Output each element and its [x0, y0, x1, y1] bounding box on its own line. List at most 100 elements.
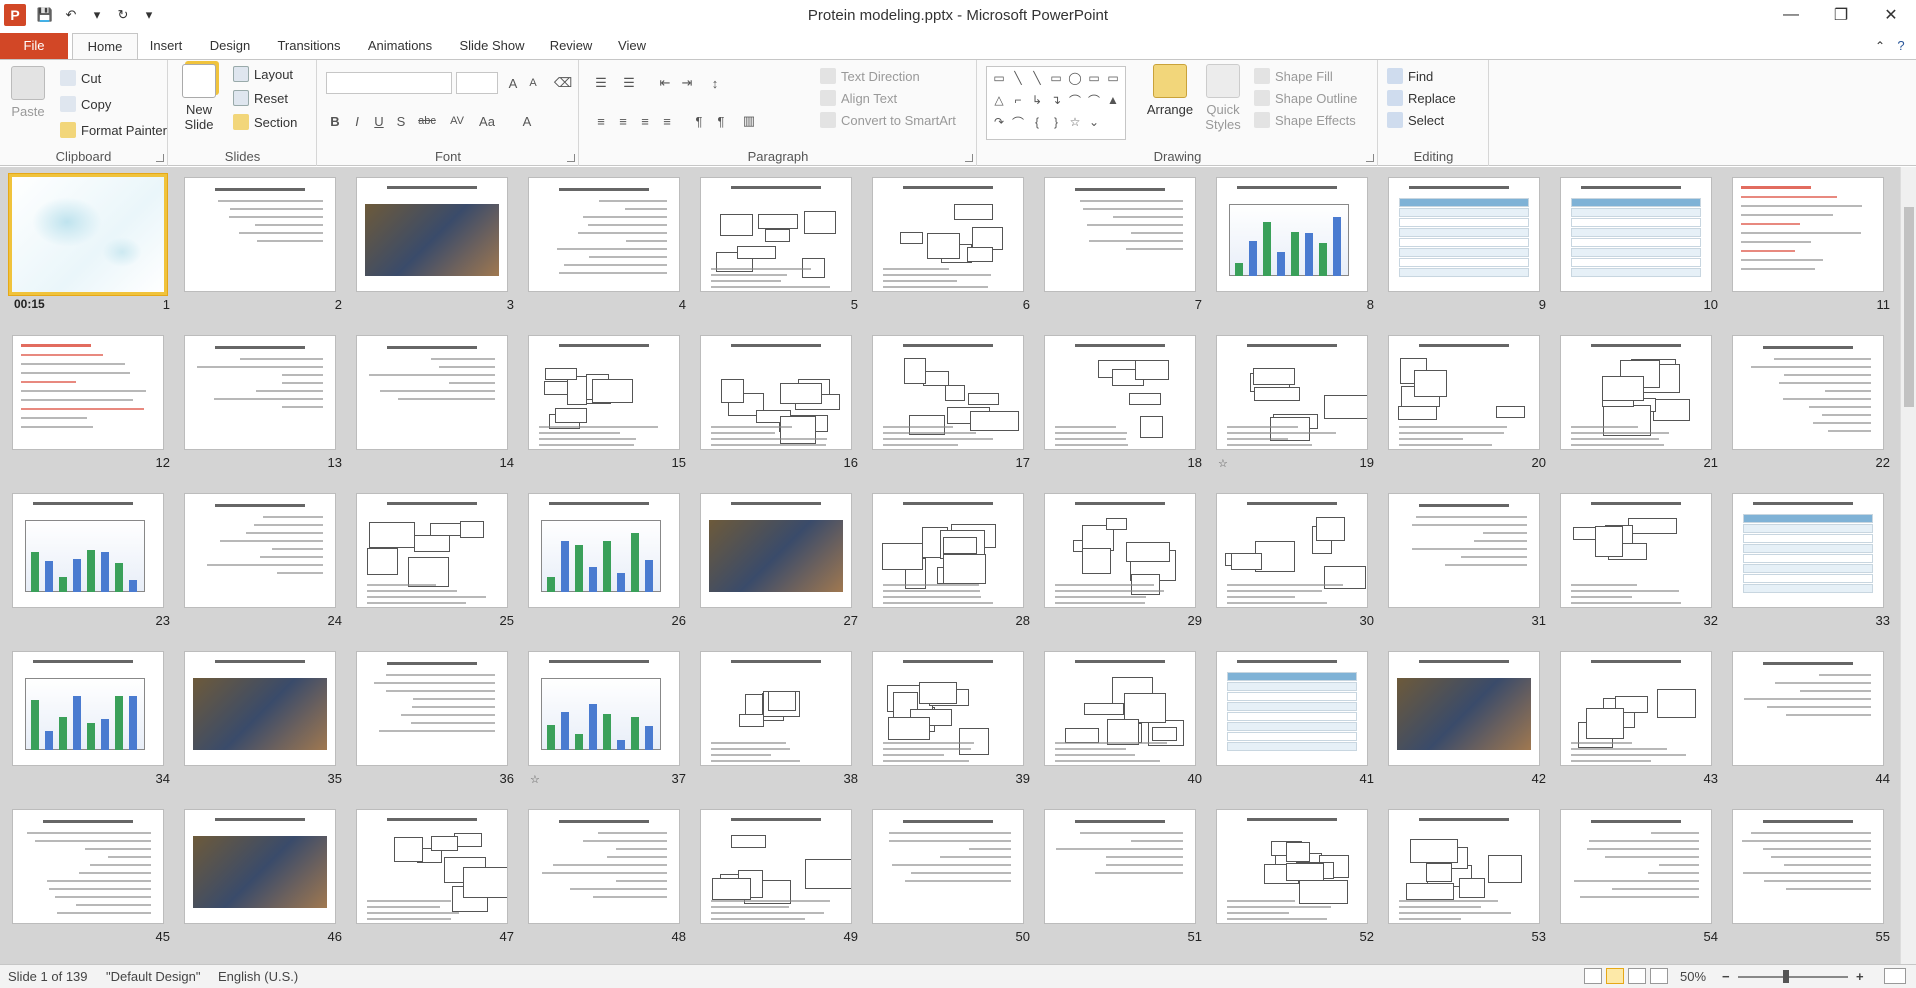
slide-thumbnail-item[interactable]: 35 — [178, 641, 350, 799]
slide-thumbnail[interactable] — [1732, 651, 1884, 766]
character-spacing-button[interactable]: AV — [444, 112, 470, 130]
numbering-icon[interactable]: ☰ — [620, 74, 638, 92]
slide-thumbnail-item[interactable]: 54 — [1554, 799, 1726, 957]
slide-thumbnail[interactable] — [356, 809, 508, 924]
slide-thumbnail-item[interactable]: 26 — [522, 483, 694, 641]
slide-thumbnail[interactable] — [184, 493, 336, 608]
clear-formatting-icon[interactable]: ⌫ — [554, 74, 572, 92]
language-indicator[interactable]: English (U.S.) — [218, 969, 298, 984]
slide-thumbnail-item[interactable]: 30 — [1210, 483, 1382, 641]
slide-thumbnail[interactable] — [1560, 177, 1712, 292]
slide-thumbnail-item[interactable]: 39 — [866, 641, 1038, 799]
slide-thumbnail-item[interactable]: 12 — [6, 325, 178, 483]
replace-button[interactable]: Replace — [1387, 90, 1456, 106]
shape-arc-icon[interactable]: ⌒ — [1067, 93, 1083, 108]
slide-thumbnail-item[interactable]: 36 — [350, 641, 522, 799]
font-color-button[interactable]: A — [514, 112, 540, 130]
bullets-icon[interactable]: ☰ — [592, 74, 610, 92]
find-button[interactable]: Find — [1387, 68, 1433, 84]
slide-thumbnail[interactable] — [1216, 493, 1368, 608]
slide-thumbnail-item[interactable]: 23 — [6, 483, 178, 641]
slide-thumbnail[interactable] — [1388, 493, 1540, 608]
slide-thumbnail[interactable] — [1560, 493, 1712, 608]
slide-thumbnail[interactable] — [184, 335, 336, 450]
slide-thumbnail-item[interactable]: 41 — [1210, 641, 1382, 799]
paste-button[interactable]: Paste — [8, 66, 48, 119]
slide-thumbnail[interactable] — [1216, 809, 1368, 924]
scrollbar-thumb[interactable] — [1904, 207, 1914, 407]
shape-left-brace-icon[interactable]: { — [1029, 115, 1045, 129]
slide-thumbnail[interactable] — [872, 177, 1024, 292]
shape-more-icon[interactable]: ⌄ — [1086, 115, 1102, 129]
shape-triangle-icon[interactable]: △ — [991, 93, 1007, 107]
slide-thumbnail-item[interactable]: 27 — [694, 483, 866, 641]
slide-thumbnail[interactable] — [1388, 177, 1540, 292]
slide-thumbnail[interactable] — [1560, 651, 1712, 766]
shape-star-icon[interactable]: ☆ — [1067, 115, 1083, 129]
grow-font-icon[interactable]: A — [504, 74, 522, 92]
shadow-button[interactable]: S — [392, 112, 410, 130]
shape-rectangle-icon[interactable]: ▭ — [1048, 71, 1064, 85]
shape-line-icon[interactable]: ╲ — [1010, 71, 1026, 85]
slide-thumbnail-item[interactable]: 16 — [694, 325, 866, 483]
fit-to-window-button[interactable] — [1884, 968, 1906, 984]
shape-oval-icon[interactable]: ◯ — [1067, 71, 1083, 85]
shape-connector-icon[interactable]: ↳ — [1029, 93, 1045, 107]
tab-review[interactable]: Review — [542, 33, 600, 59]
slide-show-view-button[interactable] — [1650, 968, 1668, 984]
slide-thumbnail-item[interactable]: 7 — [1038, 167, 1210, 325]
align-text-button[interactable]: Align Text — [820, 90, 897, 106]
slide-thumbnail[interactable] — [1388, 335, 1540, 450]
slide-thumbnail-item[interactable]: 46 — [178, 799, 350, 957]
shape-curve-icon[interactable]: ⌒ — [1086, 93, 1102, 108]
decrease-indent-icon[interactable]: ⇤ — [656, 74, 674, 92]
shrink-font-icon[interactable]: A — [524, 74, 542, 92]
slide-thumbnail-item[interactable]: 40 — [1038, 641, 1210, 799]
reading-view-button[interactable] — [1628, 968, 1646, 984]
slide-thumbnail[interactable] — [1216, 335, 1368, 450]
layout-button[interactable]: Layout — [233, 66, 293, 82]
slide-thumbnail-item[interactable]: 18 — [1038, 325, 1210, 483]
slide-thumbnail[interactable] — [528, 651, 680, 766]
slide-sorter[interactable]: 1 00:15 2 3 4 5 6 7 8 9 10 11 12 13 14 15 16 17 18 19 ☆ 20 21 2… — [0, 167, 1900, 964]
slide-thumbnail[interactable] — [872, 809, 1024, 924]
shape-fill-button[interactable]: Shape Fill — [1254, 68, 1333, 84]
tab-slide-show[interactable]: Slide Show — [450, 33, 534, 59]
slide-thumbnail-item[interactable]: 1 00:15 — [6, 167, 178, 325]
slide-thumbnail-item[interactable]: 22 — [1726, 325, 1898, 483]
slide-thumbnail[interactable] — [528, 809, 680, 924]
slide-thumbnail[interactable] — [12, 335, 164, 450]
shape-textbox-icon[interactable]: ▭ — [991, 71, 1007, 85]
slide-sorter-view-button[interactable] — [1606, 968, 1624, 984]
slide-thumbnail-item[interactable]: 47 — [350, 799, 522, 957]
shape-box-icon[interactable]: ▭ — [1105, 71, 1121, 85]
slide-thumbnail-item[interactable]: 37 ☆ — [522, 641, 694, 799]
reset-button[interactable]: Reset — [233, 90, 288, 106]
strikethrough-button[interactable]: abc — [414, 112, 440, 130]
line-spacing-icon[interactable]: ↕ — [706, 74, 724, 92]
slide-thumbnail[interactable] — [1216, 651, 1368, 766]
slide-thumbnail[interactable] — [872, 335, 1024, 450]
slide-thumbnail[interactable] — [1044, 493, 1196, 608]
bold-button[interactable]: B — [326, 112, 344, 130]
slide-thumbnail-item[interactable]: 29 — [1038, 483, 1210, 641]
shape-right-brace-icon[interactable]: } — [1048, 115, 1064, 129]
slide-thumbnail[interactable] — [9, 174, 167, 295]
slide-thumbnail[interactable] — [528, 335, 680, 450]
section-button[interactable]: Section — [233, 114, 297, 130]
slide-thumbnail[interactable] — [184, 809, 336, 924]
slide-thumbnail-item[interactable]: 43 — [1554, 641, 1726, 799]
zoom-level[interactable]: 50% — [1680, 969, 1706, 984]
slide-thumbnail-item[interactable]: 45 — [6, 799, 178, 957]
slide-thumbnail[interactable] — [12, 809, 164, 924]
zoom-in-button[interactable]: + — [1856, 969, 1864, 984]
slide-thumbnail[interactable] — [1560, 809, 1712, 924]
slide-thumbnail-item[interactable]: 10 — [1554, 167, 1726, 325]
slide-thumbnail-item[interactable]: 14 — [350, 325, 522, 483]
minimize-button[interactable]: — — [1766, 0, 1816, 30]
tab-transitions[interactable]: Transitions — [268, 33, 350, 59]
slide-thumbnail-item[interactable]: 21 — [1554, 325, 1726, 483]
slide-thumbnail-item[interactable]: 20 — [1382, 325, 1554, 483]
slide-thumbnail[interactable] — [700, 493, 852, 608]
shape-curved-arrow-icon[interactable]: ↷ — [991, 115, 1007, 129]
